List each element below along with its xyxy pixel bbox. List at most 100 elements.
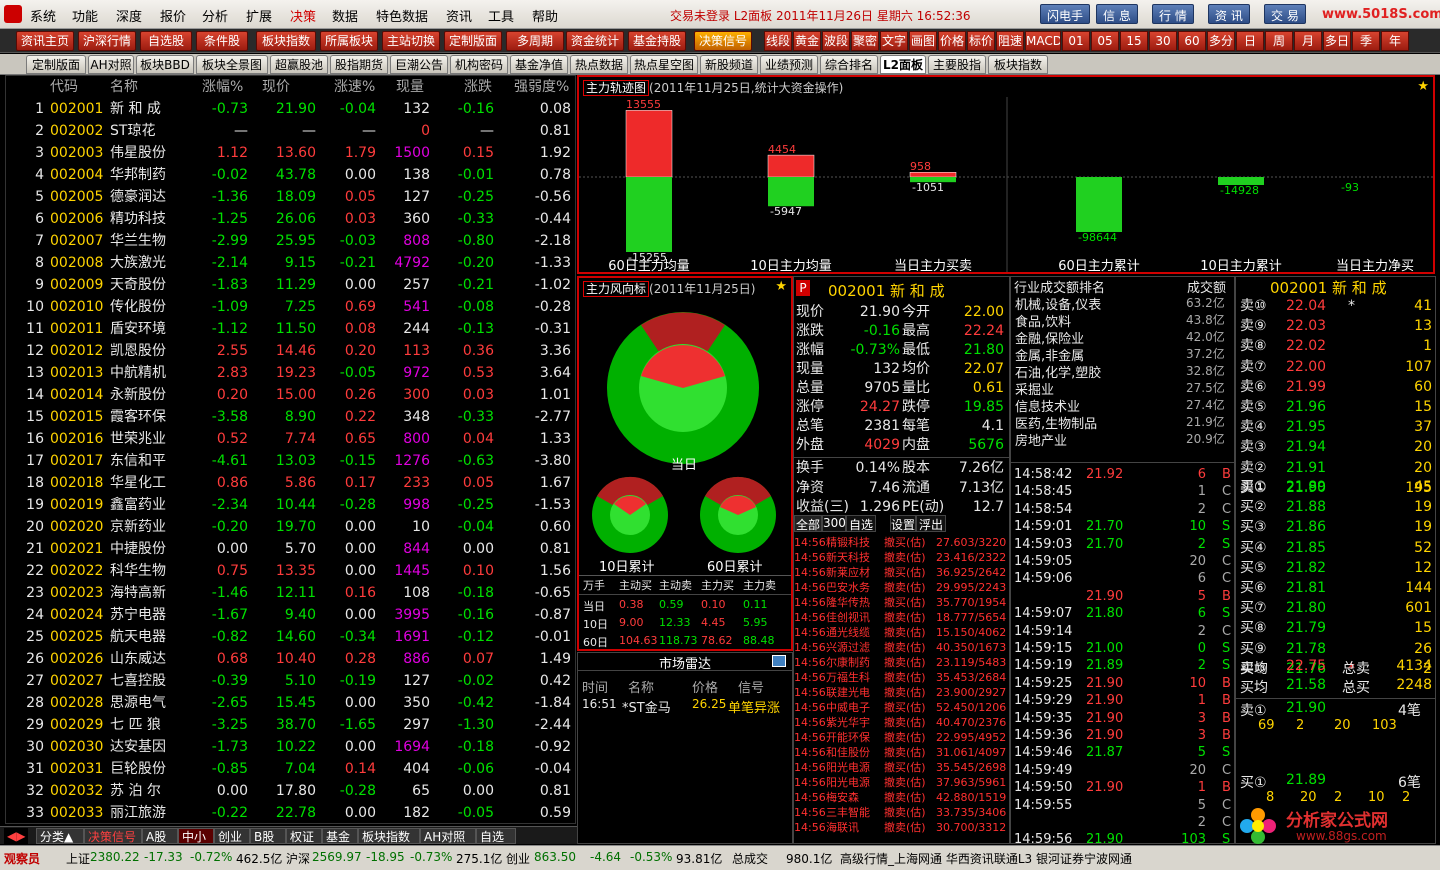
tab-8[interactable]: 基金净值 — [510, 55, 568, 74]
menu-tools[interactable]: 工具 — [488, 6, 514, 25]
news-item[interactable]: 14:56 巴安水务 撤卖(估) 29.995/2243 — [794, 580, 1008, 595]
industry-row[interactable]: 金融,保险业 42.0亿 — [1012, 328, 1234, 347]
table-row[interactable]: 29 002029 七 匹 狼 -3.25 38.70 -1.65 297 -1.30 -2.4… — [6, 714, 577, 736]
menu-function[interactable]: 功能 — [72, 6, 98, 25]
news-item[interactable]: 14:56 精锻科技 撤买(估) 27.603/3220 — [794, 535, 1008, 550]
table-row[interactable]: 20 002020 京新药业 -0.20 19.70 0.00 10 -0.04 0.60 — [6, 516, 577, 538]
table-row[interactable]: 7 002007 华兰生物 -2.99 25.95 -0.03 808 -0.80 -2.18 — [6, 230, 577, 252]
table-row[interactable]: 26 002026 山东威达 0.68 10.40 0.28 886 0.07 1.49 — [6, 648, 577, 670]
order-level[interactable]: 卖⑧ 22.02 1 — [1238, 336, 1436, 356]
tab-13[interactable]: 综合排名 — [820, 55, 878, 74]
toolbar-button[interactable]: 自选股 — [140, 31, 192, 51]
period-button-2[interactable]: 波段 — [822, 31, 850, 51]
period-button-18[interactable]: 月 — [1294, 31, 1322, 51]
table-row[interactable]: 31 002031 巨轮股份 -0.85 7.04 0.14 404 -0.06 -0.04 — [6, 758, 577, 780]
header-change[interactable]: 涨跌 — [464, 76, 492, 98]
news-item[interactable]: 14:56 海联讯 撤卖(估) 30.700/3312 — [794, 820, 1008, 835]
table-row[interactable]: 30 002030 达安基因 -1.73 10.22 0.00 1694 -0.18 -0.92 — [6, 736, 577, 758]
period-button-9[interactable]: MACD — [1025, 31, 1061, 51]
table-row[interactable]: 6 002006 精功科技 -1.25 26.06 0.03 360 -0.33 -0.44 — [6, 208, 577, 230]
table-row[interactable]: 8 002008 大族激光 -2.14 9.15 -0.21 4792 -0.20 -1.33 — [6, 252, 577, 274]
table-row[interactable]: 18 002018 华星化工 0.86 5.86 0.17 233 0.05 1.67 — [6, 472, 577, 494]
radar-settings-icon[interactable] — [772, 655, 786, 667]
toolbar-button[interactable]: 定制版面 — [444, 31, 502, 51]
market-tab-2[interactable]: A股 — [142, 828, 178, 844]
period-button-21[interactable]: 年 — [1381, 31, 1409, 51]
tab-14[interactable]: L2面板 — [880, 55, 926, 74]
news-tab-4[interactable]: 浮出 — [916, 515, 946, 532]
period-button-12[interactable]: 15 — [1120, 31, 1148, 51]
info-button[interactable]: 信 息 — [1096, 4, 1138, 24]
tab-5[interactable]: 股指期货 — [330, 55, 388, 74]
table-row[interactable]: 23 002023 海特高新 -1.46 12.11 0.16 108 -0.18 -0.65 — [6, 582, 577, 604]
news-item[interactable]: 14:56 开能环保 撤卖(估) 22.995/4952 — [794, 730, 1008, 745]
header-code[interactable]: 代码 — [50, 76, 78, 98]
menu-quote[interactable]: 报价 — [160, 6, 186, 25]
toolbar-button[interactable]: 基金持股 — [628, 31, 686, 51]
period-button-20[interactable]: 季 — [1352, 31, 1380, 51]
tab-12[interactable]: 业绩预测 — [760, 55, 818, 74]
table-row[interactable]: 2 002002 ST琼花 — — — 0 — 0.81 — [6, 120, 577, 142]
market-tab-8[interactable]: 板块指数 — [358, 828, 420, 844]
order-level[interactable]: 卖⑥ 21.99 60 — [1238, 377, 1436, 397]
table-row[interactable]: 28 002028 思源电气 -2.65 15.45 0.00 350 -0.42 -1.84 — [6, 692, 577, 714]
market-tab-6[interactable]: 权证 — [286, 828, 322, 844]
scroll-left-icon[interactable]: ◀▶ — [4, 828, 29, 844]
industry-row[interactable]: 机械,设备,仪表 63.2亿 — [1012, 294, 1234, 313]
menu-data[interactable]: 数据 — [332, 6, 358, 25]
table-row[interactable]: 11 002011 盾安环境 -1.12 11.50 0.08 244 -0.13 -0.31 — [6, 318, 577, 340]
tab-0[interactable]: 定制版面 — [26, 55, 86, 74]
menu-analysis[interactable]: 分析 — [202, 6, 228, 25]
table-row[interactable]: 14 002014 永新股份 0.20 15.00 0.26 300 0.03 1.01 — [6, 384, 577, 406]
news-button[interactable]: 资 讯 — [1208, 4, 1250, 24]
industry-row[interactable]: 信息技术业 27.4亿 — [1012, 396, 1234, 415]
news-item[interactable]: 14:56 和佳股份 撤卖(估) 31.061/4097 — [794, 745, 1008, 760]
table-row[interactable]: 27 002027 七喜控股 -0.39 5.10 -0.19 127 -0.02 0.42 — [6, 670, 577, 692]
order-level[interactable]: 买⑧ 21.79 15 — [1238, 618, 1436, 638]
news-item[interactable]: 14:56 新莱应材 撤买(估) 36.925/2642 — [794, 565, 1008, 580]
news-item[interactable]: 14:56 阳光电源 撤买(估) 35.545/2698 — [794, 760, 1008, 775]
header-volume[interactable]: 现量 — [396, 76, 424, 98]
period-button-3[interactable]: 聚密 — [851, 31, 879, 51]
table-row[interactable]: 16 002016 世荣兆业 0.52 7.74 0.65 800 0.04 1.33 — [6, 428, 577, 450]
header-speed[interactable]: 涨速% — [334, 76, 375, 98]
tab-16[interactable]: 板块指数 — [988, 55, 1048, 74]
toolbar-button[interactable]: 所属板块 — [320, 31, 378, 51]
period-button-15[interactable]: 多分 — [1207, 31, 1235, 51]
market-tab-4[interactable]: 创业 — [214, 828, 250, 844]
order-level[interactable]: 卖⑦ 22.00 107 — [1238, 357, 1436, 377]
market-button[interactable]: 行 情 — [1152, 4, 1194, 24]
table-row[interactable]: 19 002019 鑫富药业 -2.34 10.44 -0.28 998 -0.25 -1.53 — [6, 494, 577, 516]
period-button-16[interactable]: 日 — [1236, 31, 1264, 51]
menu-decision[interactable]: 决策 — [290, 6, 316, 25]
period-button-5[interactable]: 画图 — [909, 31, 937, 51]
table-row[interactable]: 12 002012 凯恩股份 2.55 14.46 0.20 113 0.36 3.36 — [6, 340, 577, 362]
news-item[interactable]: 14:56 梅安森 撤卖(估) 42.880/1519 — [794, 790, 1008, 805]
news-item[interactable]: 14:56 紫光华宇 撤卖(估) 40.470/2376 — [794, 715, 1008, 730]
toolbar-button[interactable]: 沪深行情 — [78, 31, 136, 51]
table-row[interactable]: 1 002001 新 和 成 -0.73 21.90 -0.04 132 -0.16 0.08 — [6, 98, 577, 120]
period-button-17[interactable]: 周 — [1265, 31, 1293, 51]
period-button-0[interactable]: 线段 — [764, 31, 792, 51]
period-button-10[interactable]: 01 — [1062, 31, 1090, 51]
header-price[interactable]: 现价 — [262, 76, 290, 98]
news-item[interactable]: 14:56 联建光电 撤卖(估) 23.900/2927 — [794, 685, 1008, 700]
order-level[interactable]: 卖⑤ 21.96 15 — [1238, 397, 1436, 417]
tab-3[interactable]: 板块全景图 — [196, 55, 268, 74]
table-row[interactable]: 3 002003 伟星股份 1.12 13.60 1.79 1500 0.15 1.92 — [6, 142, 577, 164]
table-row[interactable]: 15 002015 霞客环保 -3.58 8.90 0.22 348 -0.33 -2.77 — [6, 406, 577, 428]
table-row[interactable]: 25 002025 航天电器 -0.82 14.60 -0.34 1691 -0.12 -0.0… — [6, 626, 577, 648]
order-level[interactable]: 卖③ 21.94 20 — [1238, 437, 1436, 457]
order-level[interactable]: 卖⑨ 22.03 13 — [1238, 316, 1436, 336]
news-item[interactable]: 14:56 三丰智能 撤卖(估) 33.735/3406 — [794, 805, 1008, 820]
menu-help[interactable]: 帮助 — [532, 6, 558, 25]
table-row[interactable]: 32 002032 苏 泊 尔 0.00 17.80 -0.28 65 0.00 0.81 — [6, 780, 577, 802]
industry-row[interactable]: 房地产业 20.9亿 — [1012, 430, 1234, 449]
order-level[interactable]: 买⑥ 21.81 144 — [1238, 578, 1436, 598]
order-level[interactable]: 买③ 21.86 19 — [1238, 517, 1436, 537]
table-row[interactable]: 17 002017 东信和平 -4.61 13.03 -0.15 1276 -0.63 -3.8… — [6, 450, 577, 472]
news-item[interactable]: 14:56 通光线缆 撤卖(估) 15.150/4062 — [794, 625, 1008, 640]
order-level[interactable]: 买⑨ 21.78 26 — [1238, 639, 1436, 659]
news-tab-3[interactable]: 设置 — [890, 515, 916, 532]
period-button-19[interactable]: 多日 — [1323, 31, 1351, 51]
